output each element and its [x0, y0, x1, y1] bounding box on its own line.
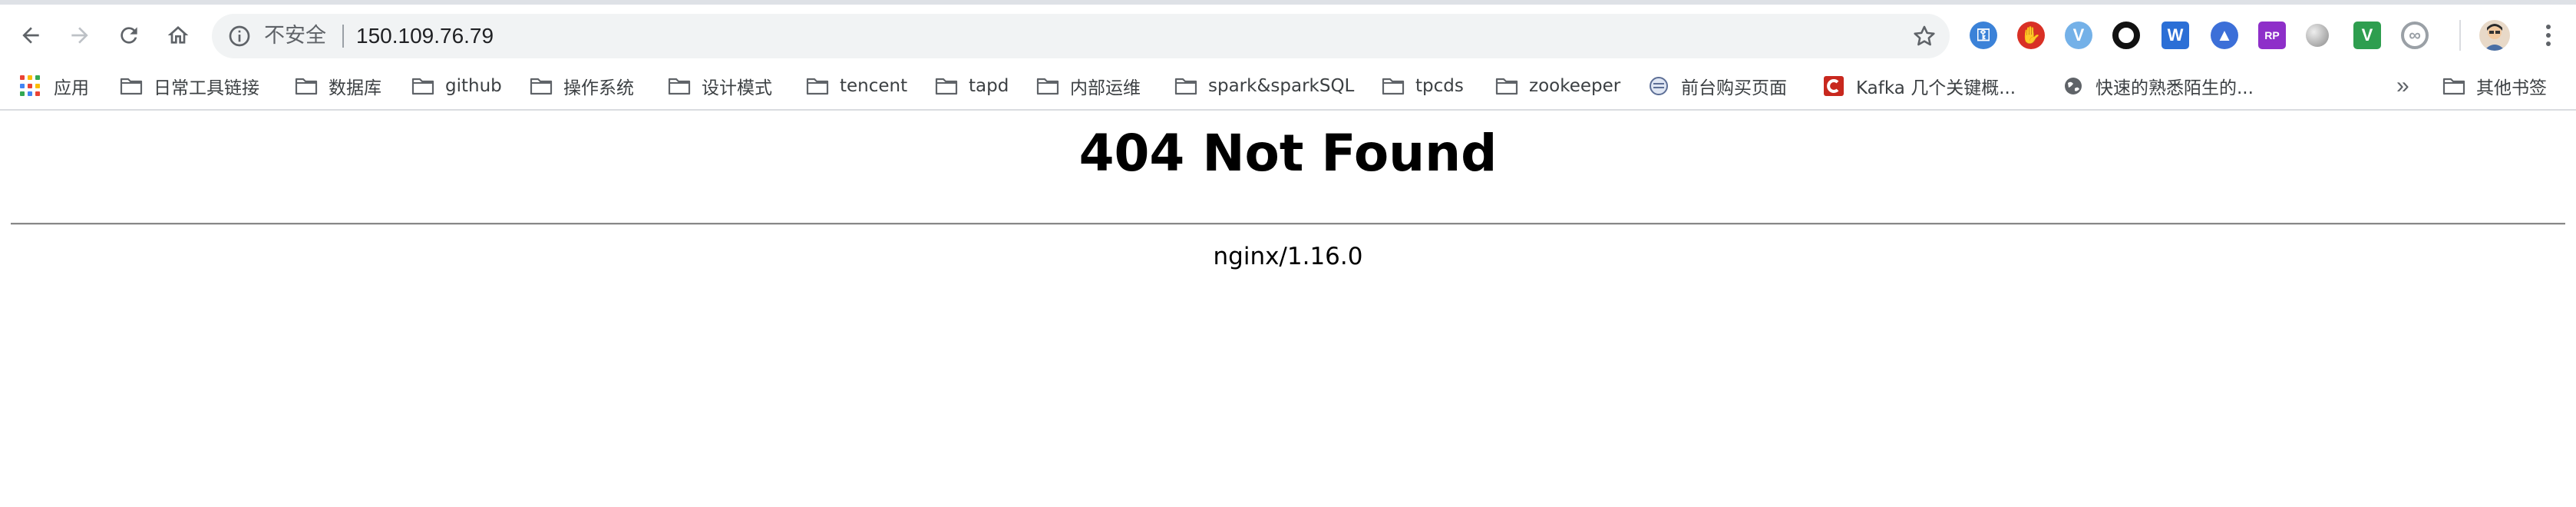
bookmark-label: tpcds [1415, 76, 1464, 96]
folder-icon [1382, 78, 1405, 95]
page-title: 404 Not Found [1078, 124, 1498, 183]
omnibox-divider [342, 25, 344, 48]
folder-icon [668, 78, 691, 95]
bookmark-item[interactable]: tapd [935, 71, 1009, 101]
bookmark-label: 操作系统 [563, 78, 634, 98]
bookmark-item[interactable]: Kafka 几个关键概... [1822, 71, 2016, 101]
kebab-menu-icon[interactable] [2533, 20, 2564, 51]
server-signature: nginx/1.16.0 [1213, 243, 1363, 270]
1password-icon[interactable]: ⚿ [1970, 22, 1997, 49]
bookmark-item[interactable]: 数据库 [295, 71, 381, 101]
bookmark-item[interactable]: 内部运维 [1036, 71, 1141, 101]
reload-button[interactable] [111, 17, 147, 54]
bookmark-item[interactable]: 前台购买页面 [1647, 71, 1787, 101]
bookmark-item[interactable]: 日常工具链接 [120, 71, 259, 101]
bookmark-label: github [445, 76, 502, 96]
bookmark-label: 其他书签 [2476, 78, 2547, 98]
home-button[interactable] [160, 17, 197, 54]
folder-icon [411, 78, 434, 95]
folder-icon [295, 78, 318, 95]
profile-avatar[interactable] [2479, 20, 2510, 51]
word-icon[interactable]: W [2162, 22, 2189, 49]
bookmark-label: tapd [969, 76, 1009, 96]
bookmark-item[interactable]: 操作系统 [530, 71, 634, 101]
security-label[interactable]: 不安全 [264, 24, 326, 48]
bookmark-label: zookeeper [1529, 76, 1621, 96]
csdn-icon [1824, 76, 1844, 96]
globe-icon [2065, 78, 2082, 94]
apps-grid-icon [20, 75, 41, 97]
bookmark-label: 应用 [54, 78, 89, 98]
folder-icon [935, 78, 958, 95]
bookmark-label: Kafka 几个关键概... [1856, 78, 2016, 98]
axure-rp-icon[interactable]: RP [2258, 22, 2286, 49]
folder-icon [806, 78, 829, 95]
bookmarks-bar: 应用 日常工具链接 数据库 github 操作系统 设计模式 tencent tapd 内部运维… [0, 63, 2576, 111]
folder-icon [2442, 78, 2465, 95]
bookmark-item[interactable]: tpcds [1382, 71, 1464, 101]
bookmark-item[interactable]: spark&sparkSQL [1174, 71, 1354, 101]
star-icon[interactable] [1911, 23, 1937, 49]
folder-icon [1495, 78, 1518, 95]
circle-extension-icon[interactable] [2112, 22, 2140, 49]
bookmark-item[interactable]: 快速的熟悉陌生的... [2062, 71, 2254, 101]
bookmark-label: 内部运维 [1070, 78, 1141, 98]
folder-icon [1036, 78, 1059, 95]
bookmark-label: 设计模式 [702, 78, 772, 98]
vimium-icon[interactable]: V [2065, 22, 2092, 49]
info-icon[interactable] [227, 24, 252, 48]
bookmark-other[interactable]: 其他书签 [2442, 71, 2547, 101]
bookmark-label: spark&sparkSQL [1208, 76, 1355, 96]
folder-icon [1174, 78, 1197, 95]
forward-arrow-icon [71, 27, 88, 44]
toolbar-divider [2459, 20, 2461, 51]
address-bar[interactable]: 不安全 150.109.76.79 [212, 14, 1950, 58]
reload-icon [121, 27, 137, 44]
adblock-icon[interactable]: ✋ [2017, 22, 2045, 49]
bookmark-item[interactable]: zookeeper [1495, 71, 1620, 101]
bookmark-label: 前台购买页面 [1681, 78, 1787, 98]
bookmark-label: 快速的熟悉陌生的... [2095, 78, 2254, 98]
page-favicon-icon [1650, 77, 1668, 95]
bookmark-item[interactable]: github [411, 71, 502, 101]
back-button[interactable] [12, 17, 49, 54]
forward-button[interactable] [61, 17, 98, 54]
bookmark-label: 数据库 [329, 78, 381, 98]
bookmark-item[interactable]: tencent [806, 71, 907, 101]
v-extension-icon[interactable]: V [2353, 22, 2381, 49]
bookmark-item[interactable]: 应用 [20, 71, 89, 101]
bookmark-item[interactable]: 设计模式 [668, 71, 772, 101]
graduation-cap-icon[interactable]: ▲ [2211, 22, 2238, 49]
home-icon [167, 26, 189, 44]
gray-orb-icon[interactable] [2306, 24, 2329, 47]
bookmark-label: 日常工具链接 [154, 78, 259, 98]
folder-icon [530, 78, 553, 95]
bookmark-label: tencent [840, 76, 908, 96]
folder-icon [120, 78, 143, 95]
bookmarks-overflow-button[interactable]: » [2396, 72, 2409, 100]
horizontal-rule [11, 223, 2565, 225]
back-arrow-icon [22, 27, 39, 44]
url-text[interactable]: 150.109.76.79 [356, 23, 494, 49]
browser-toolbar: 不安全 150.109.76.79 ⚿ ✋ V W ▲ RP V ∞ [0, 0, 2576, 63]
avatar-icon [2484, 24, 2505, 51]
link-extension-icon[interactable]: ∞ [2401, 22, 2429, 49]
